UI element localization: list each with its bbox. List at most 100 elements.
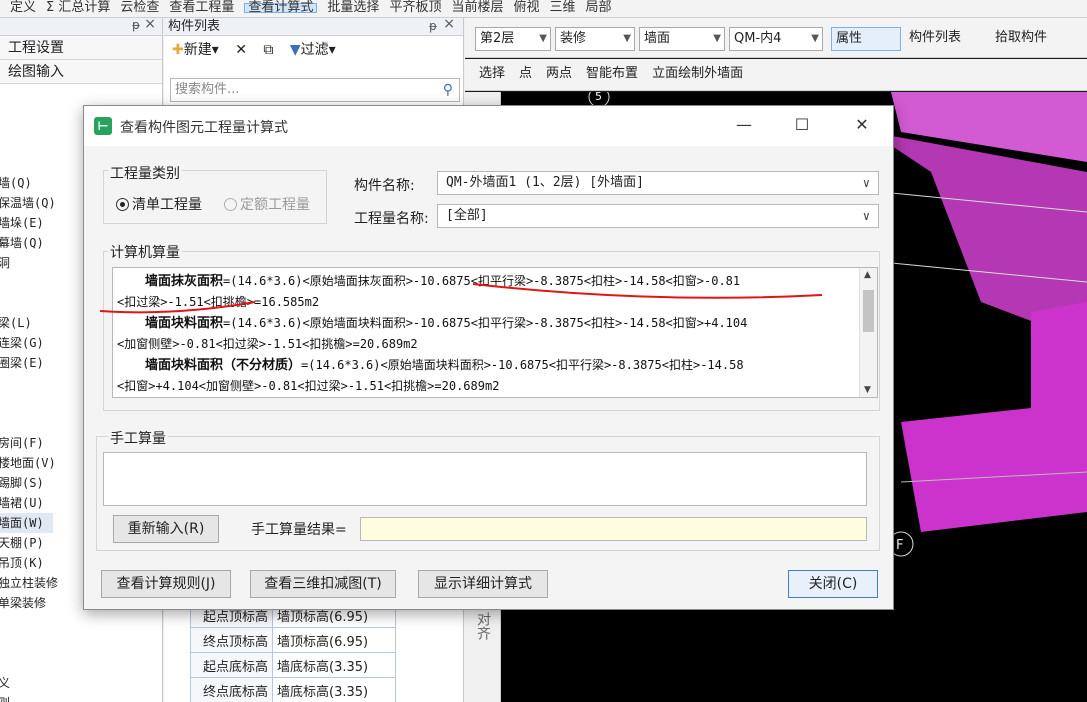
delete-icon[interactable]: ✕ <box>235 42 247 58</box>
radio-quota-quantity[interactable]: 定额工程量 <box>224 194 310 214</box>
filter-icon: ▼ <box>289 42 301 58</box>
property-row: 终点底标高 墙底标高(3.35) <box>190 677 396 702</box>
view-rules-button[interactable]: 查看计算规则(J) <box>101 570 231 598</box>
formula-expression: =(14.6*3.6)<原始墙面抹灰面积>-10.6875<扣平行梁>-8.38… <box>223 274 741 288</box>
formula-line: 墙面抹灰面积=(14.6*3.6)<原始墙面抹灰面积>-10.6875<扣平行梁… <box>117 271 847 292</box>
property-value[interactable]: 墙底标高(3.35) <box>272 652 396 678</box>
nav-tree-item[interactable]: 则 <box>0 693 162 702</box>
property-row: 终点顶标高 墙顶标高(6.95) <box>190 627 396 653</box>
category-select[interactable]: 装修 ▼ <box>555 27 635 51</box>
manual-calc-label: 手工算量 <box>108 428 168 448</box>
nav-tree-item[interactable] <box>0 633 162 653</box>
drawing-toolbar: 选择点两点 智能布置 立面绘制外墙面 <box>465 59 1087 91</box>
component-search-input[interactable]: 搜索构件... ⚲ <box>170 78 460 102</box>
manual-result-label: 手工算量结果= <box>251 522 347 538</box>
maximize-button[interactable]: ☐ <box>787 112 817 138</box>
toolbar-item[interactable]: 查看计算式 <box>244 1 318 14</box>
toolbar-item[interactable]: 云检查 <box>120 1 159 14</box>
filter-button[interactable]: ▼过滤▾ <box>290 42 336 58</box>
nav-tree-item[interactable]: 墙面(W) <box>0 513 53 533</box>
nav-tree-item[interactable] <box>0 653 162 673</box>
show-detail-formula-button[interactable]: 显示详细计算式 <box>418 570 548 598</box>
floor-select[interactable]: 第2层 ▼ <box>475 27 551 51</box>
toolbar-item[interactable]: 定义 <box>10 1 36 14</box>
toolbar-item[interactable]: 三维 <box>549 1 575 14</box>
formula-scrollbar[interactable]: ▲ ▼ <box>859 268 877 397</box>
quantity-type-label: 工程量类别 <box>108 163 182 183</box>
draw-tool-button[interactable]: 选择 <box>479 66 505 81</box>
nav-drawing-input[interactable]: 绘图输入 <box>0 60 162 84</box>
quantity-name-select[interactable]: [全部] ∨ <box>437 204 879 228</box>
manual-result-field[interactable] <box>360 517 867 541</box>
navigation-pane-header: ᵽ × <box>0 18 162 36</box>
minimize-button[interactable]: — <box>729 112 759 138</box>
wall-panel-shape <box>901 402 1087 532</box>
toolbar-item[interactable]: 查看工程量 <box>169 1 234 14</box>
formula-title: 墙面块料面积 <box>145 316 224 331</box>
chevron-down-icon: ∨ <box>862 176 870 190</box>
property-button[interactable]: 属性 <box>831 27 901 51</box>
formula-line: <加窗侧壁>-0.81<扣过梁>-1.51<扣挑檐>=20.689m2 <box>117 334 847 355</box>
component-list-button[interactable]: 构件列表 <box>905 27 987 51</box>
copy-icon[interactable]: ⧉ <box>263 42 273 58</box>
formula-text: 墙面抹灰面积=(14.6*3.6)<原始墙面抹灰面积>-10.6875<扣平行梁… <box>117 271 847 398</box>
new-icon: ✚ <box>172 42 184 58</box>
nav-tree-item[interactable]: 义 <box>0 673 162 693</box>
draw-tool-button[interactable]: 智能布置 <box>586 66 638 81</box>
close-icon[interactable]: × <box>443 16 455 33</box>
formula-expression: =(14.6*3.6)<原始墙面块料面积>-10.6875<扣平行梁>-8.38… <box>223 316 748 330</box>
dialog-title: 查看构件图元工程量计算式 <box>120 120 288 136</box>
axis-label-5: 5 <box>595 92 602 103</box>
pin-icon[interactable]: ᵽ <box>132 18 140 32</box>
toolbar-item[interactable]: 当前楼层 <box>451 1 503 14</box>
close-button[interactable]: 关闭(C) <box>788 570 878 598</box>
chevron-down-icon: ▼ <box>539 33 547 44</box>
formula-line: <扣过梁>-1.51<扣挑檐>=16.585m2 <box>117 292 847 313</box>
search-icon[interactable]: ⚲ <box>443 79 453 101</box>
formula-textarea[interactable]: 墙面抹灰面积=(14.6*3.6)<原始墙面抹灰面积>-10.6875<扣平行梁… <box>112 267 878 398</box>
formula-line: 墙面块料面积（不分材质）=(14.6*3.6)<原始墙面块料面积>-10.687… <box>117 355 847 376</box>
close-icon[interactable]: × <box>144 18 156 32</box>
computer-calc-label: 计算机算量 <box>108 242 182 262</box>
axis-label-f: F <box>896 538 903 553</box>
formula-line: 墙面块料面积=(14.6*3.6)<原始墙面块料面积>-10.6875<扣平行梁… <box>117 313 847 334</box>
nav-tree-item[interactable] <box>0 613 162 633</box>
draw-tool-button[interactable]: 立面绘制外墙面 <box>652 66 743 81</box>
chevron-down-icon: ∨ <box>862 209 870 223</box>
chevron-down-icon: ▼ <box>623 33 631 44</box>
component-list-header: 构件列表 ᵽ × <box>164 16 463 36</box>
close-window-button[interactable]: ✕ <box>847 112 877 138</box>
toolbar-item[interactable]: 俯视 <box>513 1 539 14</box>
scroll-down-icon[interactable]: ▼ <box>864 385 871 395</box>
dialog-titlebar: ⊢ 查看构件图元工程量计算式 — ☐ ✕ <box>84 106 893 146</box>
pick-component-button[interactable]: 拾取构件 <box>991 27 1085 51</box>
formula-line: 墙面抹灰面积（不分材质）=(14.6*3.6)<原始墙面抹灰面积>-10.687… <box>117 397 847 398</box>
reenter-button[interactable]: 重新输入(R) <box>113 515 219 543</box>
toolbar-item[interactable]: 平齐板顶 <box>389 1 441 14</box>
draw-tool-button[interactable]: 点 <box>519 66 532 81</box>
toolbar-item[interactable]: Σ 汇总计算 <box>46 1 110 14</box>
component-select[interactable]: QM-内4 ▼ <box>729 27 823 51</box>
new-button[interactable]: ✚新建▾ <box>172 42 219 58</box>
formula-expression: =(14.6*3.6)<原始墙面块料面积>-10.6875<扣平行梁>-8.38… <box>301 358 744 372</box>
property-value[interactable]: 墙底标高(3.35) <box>272 677 396 702</box>
type-select[interactable]: 墙面 ▼ <box>639 27 725 51</box>
draw-tool-button[interactable]: 两点 <box>546 66 572 81</box>
nav-project-settings[interactable]: 工程设置 <box>0 36 162 60</box>
quantity-formula-dialog: ⊢ 查看构件图元工程量计算式 — ☐ ✕ 工程量类别 清单工程量 定额工程量 构… <box>83 105 894 610</box>
chevron-down-icon: ▼ <box>713 33 721 44</box>
toolbar-item[interactable]: 批量选择 <box>327 1 379 14</box>
pin-icon[interactable]: ᵽ <box>429 18 437 35</box>
view-3d-deduction-button[interactable]: 查看三维扣减图(T) <box>250 570 396 598</box>
component-name-select[interactable]: QM-外墙面1 (1、2层) [外墙面] ∨ <box>437 171 879 195</box>
property-row: 起点底标高 墙底标高(3.35) <box>190 652 396 678</box>
radio-bill-quantity[interactable]: 清单工程量 <box>116 194 202 214</box>
scroll-up-icon[interactable]: ▲ <box>864 270 871 280</box>
property-value[interactable]: 墙顶标高(6.95) <box>272 627 396 653</box>
toolbar-item[interactable]: 局部 <box>586 1 612 14</box>
component-toolbar: ✚新建▾ ✕ ⧉ ▼过滤▾ <box>164 36 463 64</box>
manual-calc-input[interactable] <box>103 452 867 506</box>
formula-title: 墙面块料面积（不分材质） <box>145 358 302 373</box>
formula-line: <扣窗>+4.104<加窗侧壁>-0.81<扣过梁>-1.51<扣挑檐>=20.… <box>117 376 847 397</box>
scroll-thumb[interactable] <box>863 290 874 332</box>
